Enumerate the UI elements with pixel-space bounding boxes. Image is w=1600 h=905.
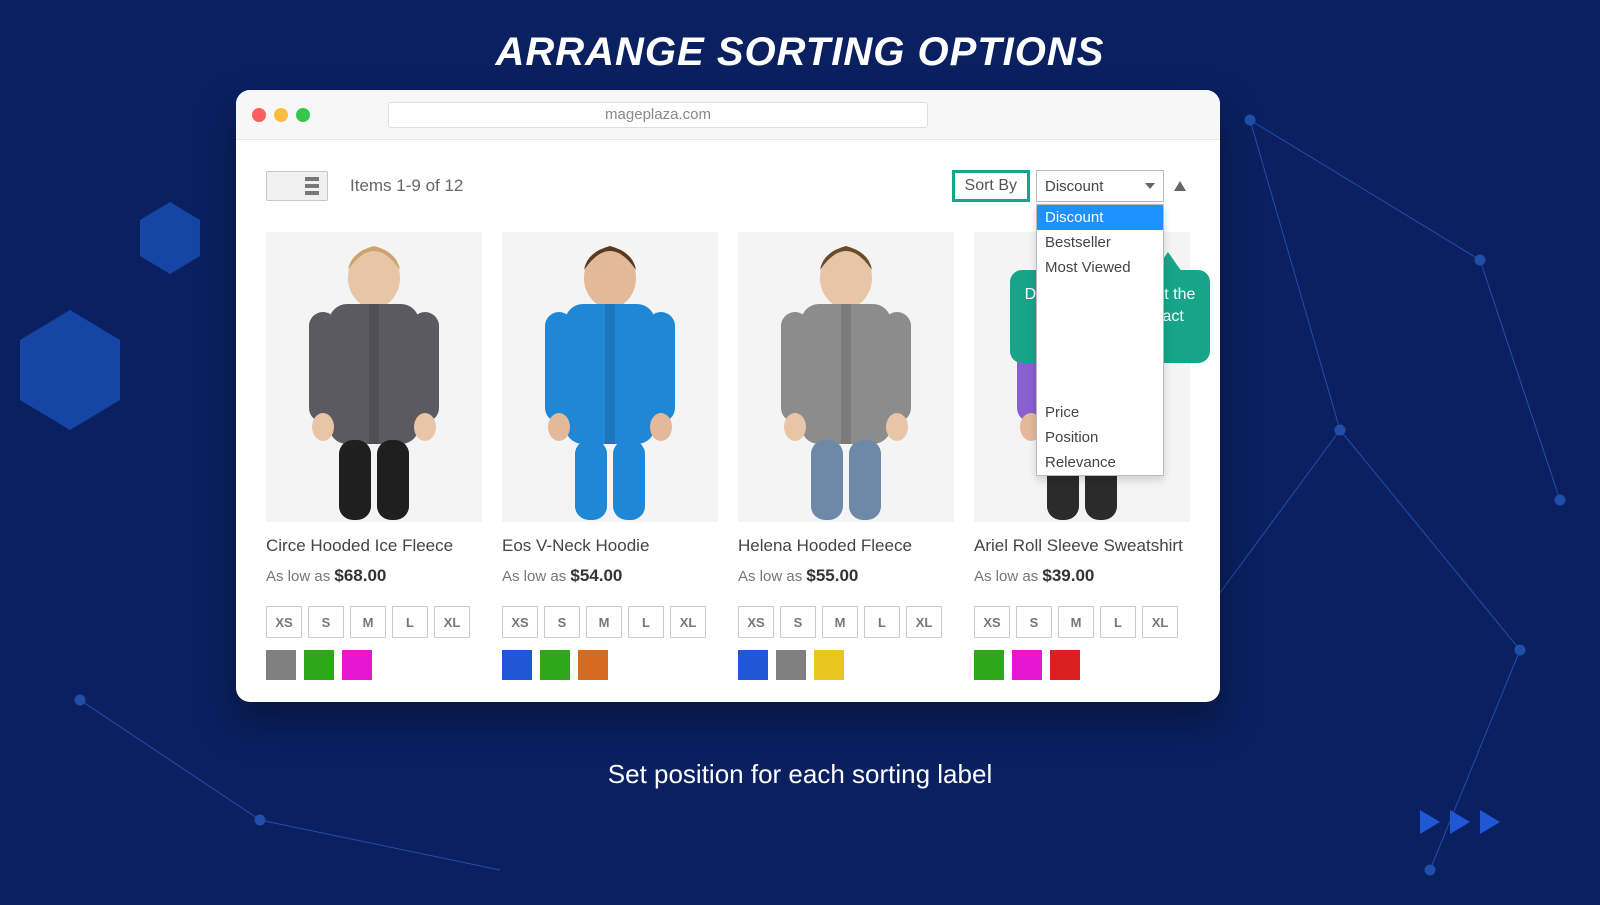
product-name[interactable]: Ariel Roll Sleeve Sweatshirt: [974, 536, 1190, 556]
color-swatch[interactable]: [502, 650, 532, 680]
color-swatch[interactable]: [342, 650, 372, 680]
chevron-down-icon: [1145, 183, 1155, 189]
window-maximize-icon[interactable]: [296, 108, 310, 122]
color-options: [502, 650, 718, 680]
size-swatch[interactable]: S: [308, 606, 344, 638]
sort-area: Sort By Discount Discount Bestseller Mos…: [952, 170, 1190, 202]
color-swatch[interactable]: [738, 650, 768, 680]
address-bar[interactable]: mageplaza.com: [388, 102, 928, 128]
sort-select-value: Discount: [1045, 178, 1103, 195]
sort-dropdown: Discount Bestseller Most Viewed Price Po…: [1036, 204, 1164, 476]
catalog-toolbar: Items 1-9 of 12 Sort By Discount Discoun…: [266, 170, 1190, 202]
page-content: Items 1-9 of 12 Sort By Discount Discoun…: [236, 140, 1220, 702]
items-count: Items 1-9 of 12: [350, 176, 463, 196]
size-swatch[interactable]: L: [864, 606, 900, 638]
address-bar-text: mageplaza.com: [605, 106, 711, 123]
grid-icon: [267, 172, 297, 200]
sort-option-position[interactable]: Position: [1037, 425, 1163, 450]
product-price: As low as $68.00: [266, 566, 482, 586]
sort-option-most-viewed[interactable]: Most Viewed: [1037, 255, 1163, 280]
size-swatch[interactable]: L: [392, 606, 428, 638]
view-mode-switch: [266, 171, 328, 201]
list-view-button[interactable]: [297, 172, 327, 200]
page-headline: ARRANGE SORTING OPTIONS: [0, 0, 1600, 75]
product-image[interactable]: [266, 232, 482, 522]
size-swatch[interactable]: XL: [906, 606, 942, 638]
product-name[interactable]: Eos V-Neck Hoodie: [502, 536, 718, 556]
size-swatch[interactable]: M: [1058, 606, 1094, 638]
sort-option-discount[interactable]: Discount: [1037, 205, 1163, 230]
size-swatch[interactable]: XS: [502, 606, 538, 638]
size-swatch[interactable]: S: [544, 606, 580, 638]
grid-view-button[interactable]: [267, 172, 297, 200]
size-swatch[interactable]: L: [628, 606, 664, 638]
size-options: XSSMLXL: [266, 606, 482, 638]
product-name[interactable]: Circe Hooded Ice Fleece: [266, 536, 482, 556]
sort-select[interactable]: Discount: [1036, 170, 1164, 202]
color-swatch[interactable]: [1050, 650, 1080, 680]
size-swatch[interactable]: XL: [434, 606, 470, 638]
size-options: XSSMLXL: [502, 606, 718, 638]
window-minimize-icon[interactable]: [274, 108, 288, 122]
product-price: As low as $54.00: [502, 566, 718, 586]
product-image[interactable]: [502, 232, 718, 522]
color-swatch[interactable]: [266, 650, 296, 680]
product-price: As low as $55.00: [738, 566, 954, 586]
list-icon: [297, 172, 327, 200]
sort-option-relevance[interactable]: Relevance: [1037, 450, 1163, 475]
color-swatch[interactable]: [776, 650, 806, 680]
sort-by-label: Sort By: [952, 170, 1030, 202]
product-card[interactable]: Helena Hooded Fleece As low as $55.00 XSSM…: [738, 232, 954, 680]
size-swatch[interactable]: L: [1100, 606, 1136, 638]
size-swatch[interactable]: XL: [670, 606, 706, 638]
color-options: [266, 650, 482, 680]
size-swatch[interactable]: XS: [738, 606, 774, 638]
color-options: [974, 650, 1190, 680]
size-options: XSSMLXL: [738, 606, 954, 638]
size-swatch[interactable]: M: [822, 606, 858, 638]
color-swatch[interactable]: [578, 650, 608, 680]
color-swatch[interactable]: [1012, 650, 1042, 680]
size-swatch[interactable]: S: [780, 606, 816, 638]
browser-titlebar: mageplaza.com: [236, 90, 1220, 140]
arrow-up-icon: [1174, 181, 1186, 191]
size-swatch[interactable]: XS: [974, 606, 1010, 638]
product-image[interactable]: [738, 232, 954, 522]
product-card[interactable]: Eos V-Neck Hoodie As low as $54.00 XSSMLXL: [502, 232, 718, 680]
sort-direction-button[interactable]: [1170, 176, 1190, 196]
size-options: XSSMLXL: [974, 606, 1190, 638]
size-swatch[interactable]: S: [1016, 606, 1052, 638]
color-swatch[interactable]: [974, 650, 1004, 680]
sort-option-price[interactable]: Price: [1037, 400, 1163, 425]
size-swatch[interactable]: M: [350, 606, 386, 638]
page-subline: Set position for each sorting label: [0, 759, 1600, 790]
size-swatch[interactable]: XS: [266, 606, 302, 638]
color-options: [738, 650, 954, 680]
size-swatch[interactable]: M: [586, 606, 622, 638]
color-swatch[interactable]: [540, 650, 570, 680]
color-swatch[interactable]: [304, 650, 334, 680]
color-swatch[interactable]: [814, 650, 844, 680]
browser-window: mageplaza.com Items 1-9 of 12 Sort By Di…: [236, 90, 1220, 702]
window-close-icon[interactable]: [252, 108, 266, 122]
product-card[interactable]: Circe Hooded Ice Fleece As low as $68.00 X…: [266, 232, 482, 680]
size-swatch[interactable]: XL: [1142, 606, 1178, 638]
product-name[interactable]: Helena Hooded Fleece: [738, 536, 954, 556]
product-price: As low as $39.00: [974, 566, 1190, 586]
sort-option-bestseller[interactable]: Bestseller: [1037, 230, 1163, 255]
